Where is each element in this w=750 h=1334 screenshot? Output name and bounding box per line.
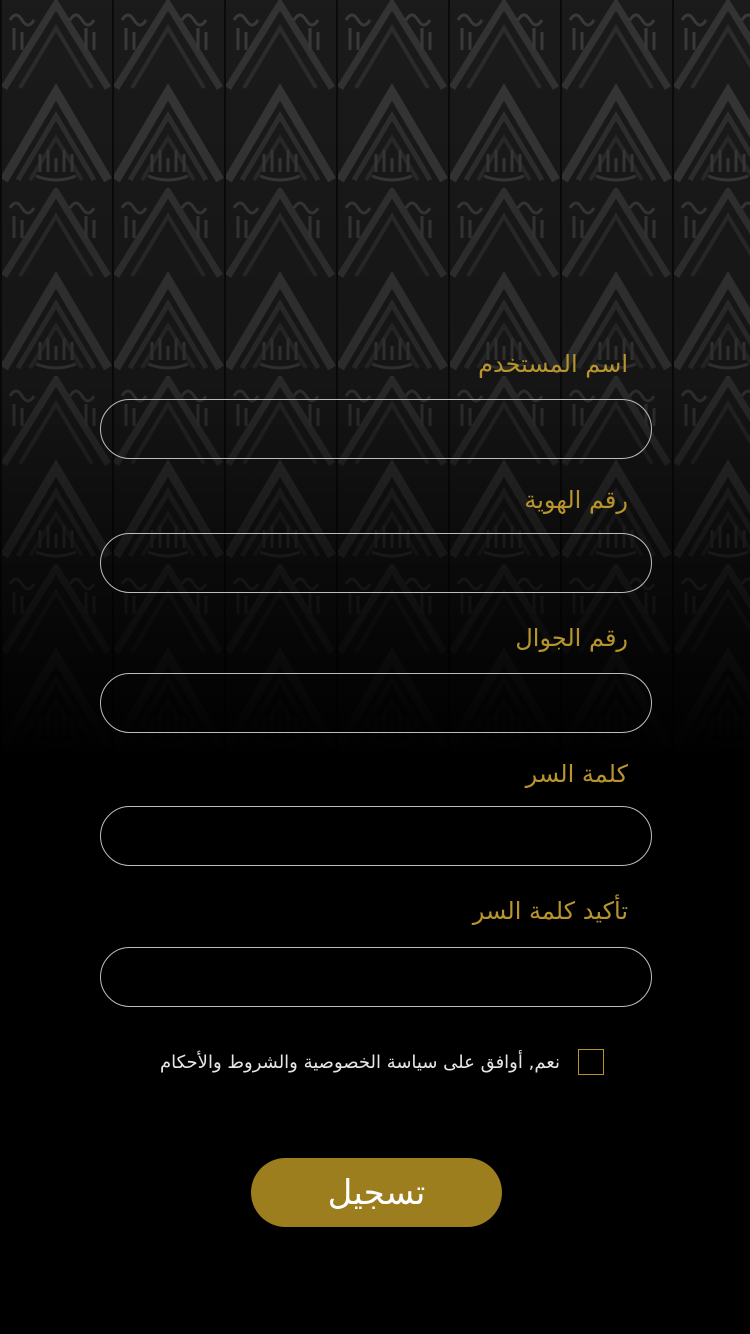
terms-agreement-text: نعم, أوافق على سياسة الخصوصية والشروط وا…: [159, 1051, 560, 1073]
mobile-number-label: رقم الجوال: [515, 624, 628, 652]
username-label: اسم المستخدم: [478, 350, 628, 378]
registration-screen: اسم المستخدم رقم الهوية رقم الجوال كلمة …: [0, 0, 750, 1334]
id-number-input[interactable]: [100, 533, 652, 593]
terms-checkbox[interactable]: [578, 1049, 604, 1075]
password-input[interactable]: [100, 806, 652, 866]
mobile-number-input[interactable]: [100, 673, 652, 733]
confirm-password-label: تأكيد كلمة السر: [472, 897, 628, 925]
password-label: كلمة السر: [525, 760, 628, 788]
id-number-label: رقم الهوية: [524, 486, 628, 514]
kiswah-calligraphy-background: [0, 0, 750, 760]
register-button[interactable]: تسجيل: [251, 1158, 502, 1227]
confirm-password-input[interactable]: [100, 947, 652, 1007]
terms-agreement-row: نعم, أوافق على سياسة الخصوصية والشروط وا…: [160, 1048, 604, 1076]
username-input[interactable]: [100, 399, 652, 459]
